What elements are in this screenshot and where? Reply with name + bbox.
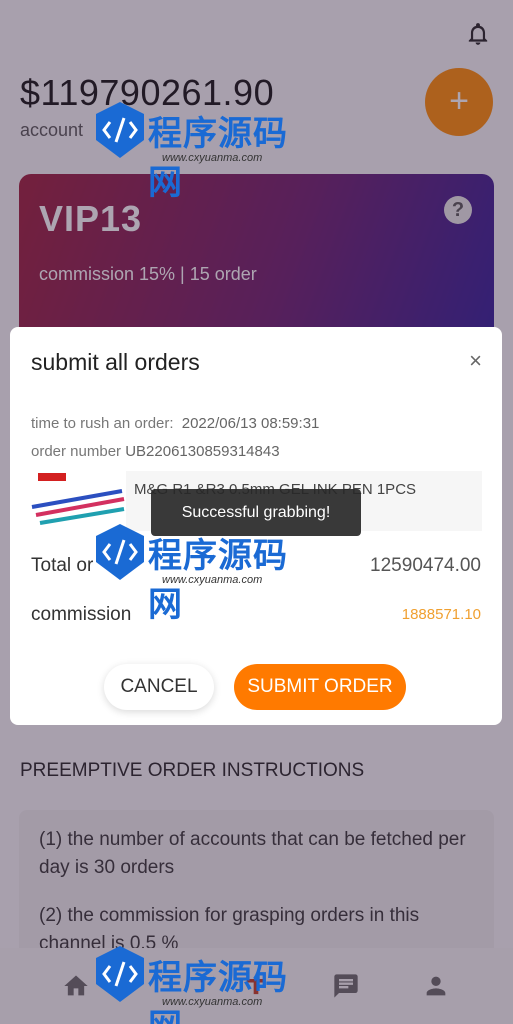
commission-value: 1888571.10: [401, 606, 481, 623]
commission-label: commission: [31, 604, 132, 625]
order-number-value: UB2206130859314843: [125, 443, 280, 460]
rush-time-label: time to rush an order:: [31, 415, 174, 432]
order-number: order number UB2206130859314843: [31, 443, 280, 460]
success-toast: Successful grabbing!: [151, 489, 361, 536]
rush-time-value: 2022/06/13 08:59:31: [181, 415, 320, 432]
total-label: Total or: [31, 555, 94, 576]
cancel-button[interactable]: CANCEL: [104, 664, 214, 710]
submit-order-button[interactable]: SUBMIT ORDER: [234, 664, 406, 710]
close-icon[interactable]: ×: [469, 349, 482, 373]
total-value: 12590474.00: [370, 555, 481, 576]
order-number-label: order number: [31, 443, 122, 460]
rush-time: time to rush an order: 2022/06/13 08:59:…: [31, 415, 319, 432]
dialog-title: submit all orders: [31, 349, 200, 375]
product-image: [30, 471, 126, 531]
